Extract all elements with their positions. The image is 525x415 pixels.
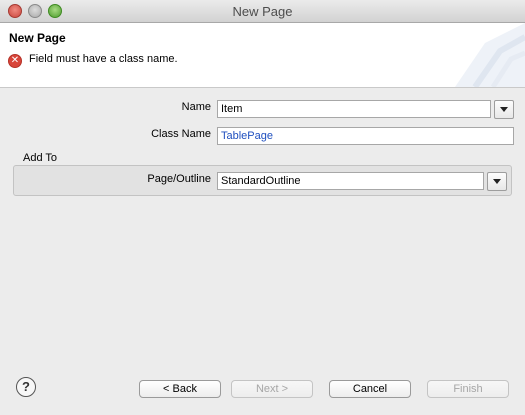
finish-button[interactable]: Finish [427,380,509,398]
class-name-field[interactable]: TablePage [217,127,514,145]
wizard-header: New Page ✕ Field must have a class name. [0,23,525,88]
page-title: New Page [9,31,66,45]
page-outline-dropdown-button[interactable] [487,172,507,191]
error-icon: ✕ [8,54,22,68]
name-label: Name [181,101,211,113]
window-title: New Page [232,4,293,19]
name-field[interactable]: Item [217,100,491,118]
help-icon[interactable]: ? [16,377,36,397]
next-button[interactable]: Next > [231,380,313,398]
page-outline-label: Page/Outline [147,173,211,185]
class-name-label: Class Name [151,128,211,140]
page-outline-field[interactable]: StandardOutline [217,172,484,190]
cancel-button[interactable]: Cancel [329,380,411,398]
add-to-group-label: Add To [23,152,58,164]
banner-decoration-icon [455,23,525,87]
window-titlebar: New Page [0,0,525,23]
back-button[interactable]: < Back [139,380,221,398]
name-dropdown-button[interactable] [494,100,514,119]
error-message: Field must have a class name. [29,53,178,65]
